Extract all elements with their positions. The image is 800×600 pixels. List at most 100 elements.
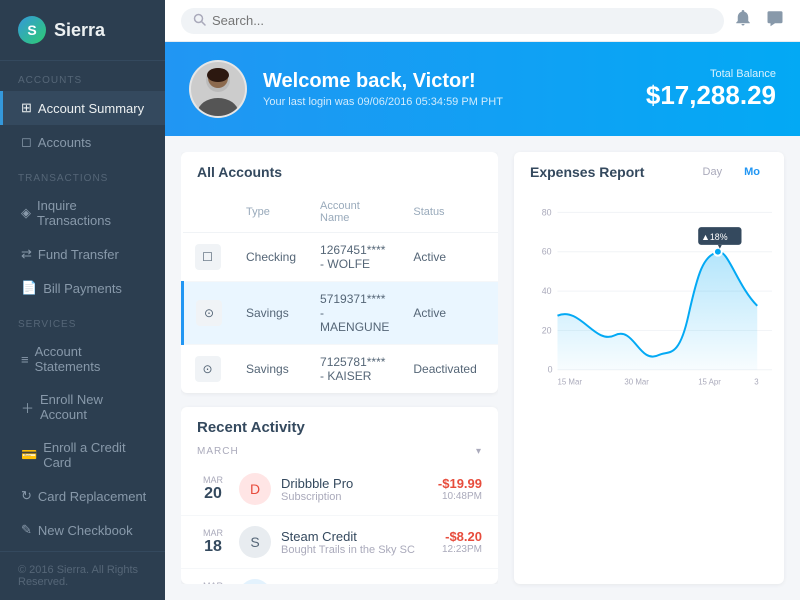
search-container <box>181 8 724 34</box>
svg-text:▲18%: ▲18% <box>701 232 728 242</box>
credit-card-icon: 💳 <box>21 447 37 463</box>
statements-icon: ≡ <box>21 352 29 367</box>
svg-text:80: 80 <box>542 207 552 217</box>
user-avatar <box>189 60 247 118</box>
topbar-icons <box>734 9 784 32</box>
activity-amount: -$19.99 10:48PM <box>438 476 482 502</box>
right-panel: Expenses Report Day Mo 80 60 40 20 0 <box>514 152 784 584</box>
svg-text:40: 40 <box>542 286 552 296</box>
activity-name: Apple Iphone SE <box>281 582 435 585</box>
activity-brand-icon: S <box>239 526 271 558</box>
sidebar-item-account-statements[interactable]: ≡ Account Statements <box>0 335 165 383</box>
account-name-cell: 5719371**** - MAENGUNE <box>308 282 401 345</box>
expenses-panel: Expenses Report Day Mo 80 60 40 20 0 <box>514 152 784 584</box>
activity-scroll[interactable]: MARCH▾ MAR 20 D Dribbble Pro Subscriptio… <box>181 440 498 584</box>
table-row[interactable]: ⊙ Savings 5719371**** - MAENGUNE Active … <box>183 282 499 345</box>
account-type-icon: ⊙ <box>195 356 221 382</box>
amount-time: 10:48PM <box>438 491 482 502</box>
account-icon-cell: ⊙ <box>183 345 235 394</box>
sidebar-item-account-summary[interactable]: ⊞ Account Summary <box>0 91 165 125</box>
sidebar-item-accounts[interactable]: ◻ Accounts <box>0 125 165 159</box>
search-icon <box>193 13 206 29</box>
account-type-cell: Checking <box>234 233 308 282</box>
sidebar-item-bill-payments[interactable]: 📄 Bill Payments <box>0 271 165 305</box>
activity-date: MAR 20 <box>197 475 229 503</box>
svg-text:15 Apr: 15 Apr <box>698 378 721 387</box>
account-icon-cell: ⊙ <box>183 282 235 345</box>
accounts-table: Type Account Name Status Currency ☐ Chec… <box>181 192 498 393</box>
activity-brand-icon: D <box>239 473 271 505</box>
sidebar-item-enroll-new-account[interactable]: ＋ Enroll New Account <box>0 383 165 431</box>
account-name-cell: 7125781**** - KAISER <box>308 345 401 394</box>
account-summary-icon: ⊞ <box>21 100 32 116</box>
last-login-text: Your last login was 09/06/2016 05:34:59 … <box>263 96 630 108</box>
table-row[interactable]: ☐ Checking 1267451**** - WOLFE Active US… <box>183 233 499 282</box>
messages-icon[interactable] <box>766 9 784 32</box>
amount-value: -$8.20 <box>442 529 482 544</box>
col-type: Type <box>234 192 308 233</box>
bill-icon: 📄 <box>21 280 37 296</box>
nav-label-services: Services <box>0 305 165 335</box>
account-status-cell: Active <box>401 233 488 282</box>
checkbook-icon: ✎ <box>21 522 32 538</box>
card-replace-icon: ↻ <box>21 488 32 504</box>
activity-date: MAR 12 <box>197 581 229 584</box>
sidebar-item-card-replacement[interactable]: ↻ Card Replacement <box>0 479 165 513</box>
account-type-icon: ☐ <box>195 244 221 270</box>
dropdown-icon[interactable]: ▾ <box>476 446 482 457</box>
list-item[interactable]: MAR 20 D Dribbble Pro Subscription -$19.… <box>181 463 498 516</box>
expenses-title: Expenses Report <box>530 164 644 180</box>
svg-text:15 Mar: 15 Mar <box>557 378 582 387</box>
logo-icon: S <box>18 16 46 44</box>
account-type-icon: ⊙ <box>196 300 222 326</box>
topbar <box>165 0 800 42</box>
recent-activity-panel: Recent Activity MARCH▾ MAR 20 D Dribbble… <box>181 407 498 584</box>
tab-month[interactable]: Mo <box>736 164 768 180</box>
activity-header: Recent Activity <box>181 407 498 440</box>
account-name-cell: 1267451**** - WOLFE <box>308 233 401 282</box>
search-input[interactable] <box>212 13 392 28</box>
account-status-cell: Active <box>401 282 488 345</box>
left-panel: All Accounts Type Account Name Status Cu… <box>181 152 498 584</box>
sidebar-item-inquire-transactions[interactable]: ◈ Inquire Transactions <box>0 189 165 237</box>
col-currency: Currency <box>489 192 498 233</box>
nav-section-accounts: Accounts ⊞ Account Summary ◻ Accounts <box>0 61 165 159</box>
notification-bell-icon[interactable] <box>734 9 752 32</box>
chart-area: 80 60 40 20 0 <box>514 192 784 412</box>
activity-amount: -$8.20 5:00AM <box>445 582 482 584</box>
expenses-chart: 80 60 40 20 0 <box>526 192 772 400</box>
activity-info: Apple Iphone SE Space Grey 64GB <box>281 582 435 585</box>
balance-label: Total Balance <box>646 68 776 80</box>
svg-text:60: 60 <box>542 247 552 257</box>
expenses-header: Expenses Report Day Mo <box>514 152 784 192</box>
activity-section-label: MARCH▾ <box>181 440 498 463</box>
svg-text:3: 3 <box>754 378 759 387</box>
total-balance: Total Balance $17,288.29 <box>646 68 776 111</box>
sidebar-footer: © 2016 Sierra. All Rights Reserved. <box>0 551 165 600</box>
logo-text: Sierra <box>54 20 105 41</box>
account-type-cell: Savings <box>234 345 308 394</box>
accounts-icon: ◻ <box>21 134 32 150</box>
account-currency-cell: USD <box>489 233 498 282</box>
col-status: Status <box>401 192 488 233</box>
inquire-icon: ◈ <box>21 205 31 221</box>
sidebar-item-fund-transfer[interactable]: ⇄ Fund Transfer <box>0 237 165 271</box>
activity-info: Steam Credit Bought Trails in the Sky SC <box>281 529 432 556</box>
account-currency-cell: USD <box>489 345 498 394</box>
col-account-name: Account Name <box>308 192 401 233</box>
sidebar-item-enroll-credit-card[interactable]: 💳 Enroll a Credit Card <box>0 431 165 479</box>
sidebar-item-new-checkbook[interactable]: ✎ New Checkbook <box>0 513 165 547</box>
activity-sub: Subscription <box>281 491 428 503</box>
main-content: Welcome back, Victor! Your last login wa… <box>165 0 800 600</box>
table-row[interactable]: ⊙ Savings 7125781**** - KAISER Deactivat… <box>183 345 499 394</box>
content-area: All Accounts Type Account Name Status Cu… <box>165 136 800 600</box>
account-status-cell: Deactivated <box>401 345 488 394</box>
list-item[interactable]: MAR 18 S Steam Credit Bought Trails in t… <box>181 516 498 569</box>
amount-value: -$19.99 <box>438 476 482 491</box>
enroll-account-icon: ＋ <box>21 398 34 417</box>
activity-sub: Bought Trails in the Sky SC <box>281 544 432 556</box>
list-item[interactable]: MAR 12 A Apple Iphone SE Space Grey 64GB… <box>181 569 498 584</box>
tab-day[interactable]: Day <box>695 164 731 180</box>
welcome-text: Welcome back, Victor! <box>263 70 630 93</box>
amount-time: 12:23PM <box>442 544 482 555</box>
